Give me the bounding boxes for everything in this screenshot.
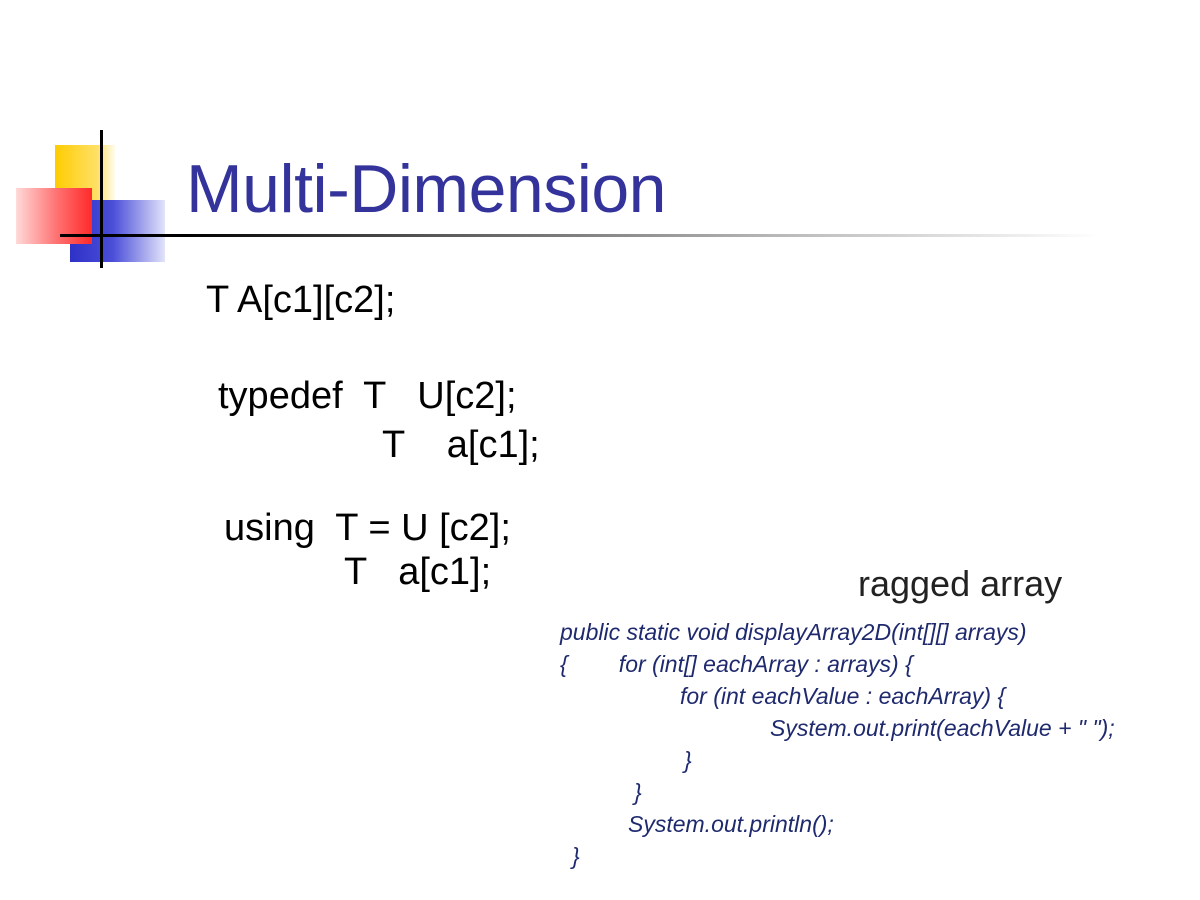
declaration-typedef-array: T a[c1]; <box>382 424 540 466</box>
code-line-signature: public static void displayArray2D(int[][… <box>560 619 1027 645</box>
code-line-close-method: } <box>572 843 580 869</box>
code-line-close-outer: } <box>634 779 642 805</box>
code-line-inner-loop: for (int eachValue : eachArray) { <box>680 683 1006 709</box>
slide-title: Multi-Dimension <box>186 151 666 227</box>
ragged-array-label: ragged array <box>858 563 1063 604</box>
logo-vertical-line <box>100 130 103 268</box>
code-line-print: System.out.print(eachValue + " "); <box>770 715 1115 741</box>
declaration-typedef: typedef T U[c2]; <box>218 375 517 417</box>
code-line-outer-loop: { for (int[] eachArray : arrays) { <box>560 651 913 677</box>
declaration-using: using T = U [c2]; <box>224 507 511 549</box>
slide: Multi-Dimension T A[c1][c2]; typedef T U… <box>0 0 1200 900</box>
code-line-println: System.out.println(); <box>628 811 834 837</box>
declaration-using-array: T a[c1]; <box>344 551 492 593</box>
code-line-close-inner: } <box>684 747 692 773</box>
declaration-2d-array: T A[c1][c2]; <box>206 279 396 321</box>
title-underline <box>60 234 1100 237</box>
